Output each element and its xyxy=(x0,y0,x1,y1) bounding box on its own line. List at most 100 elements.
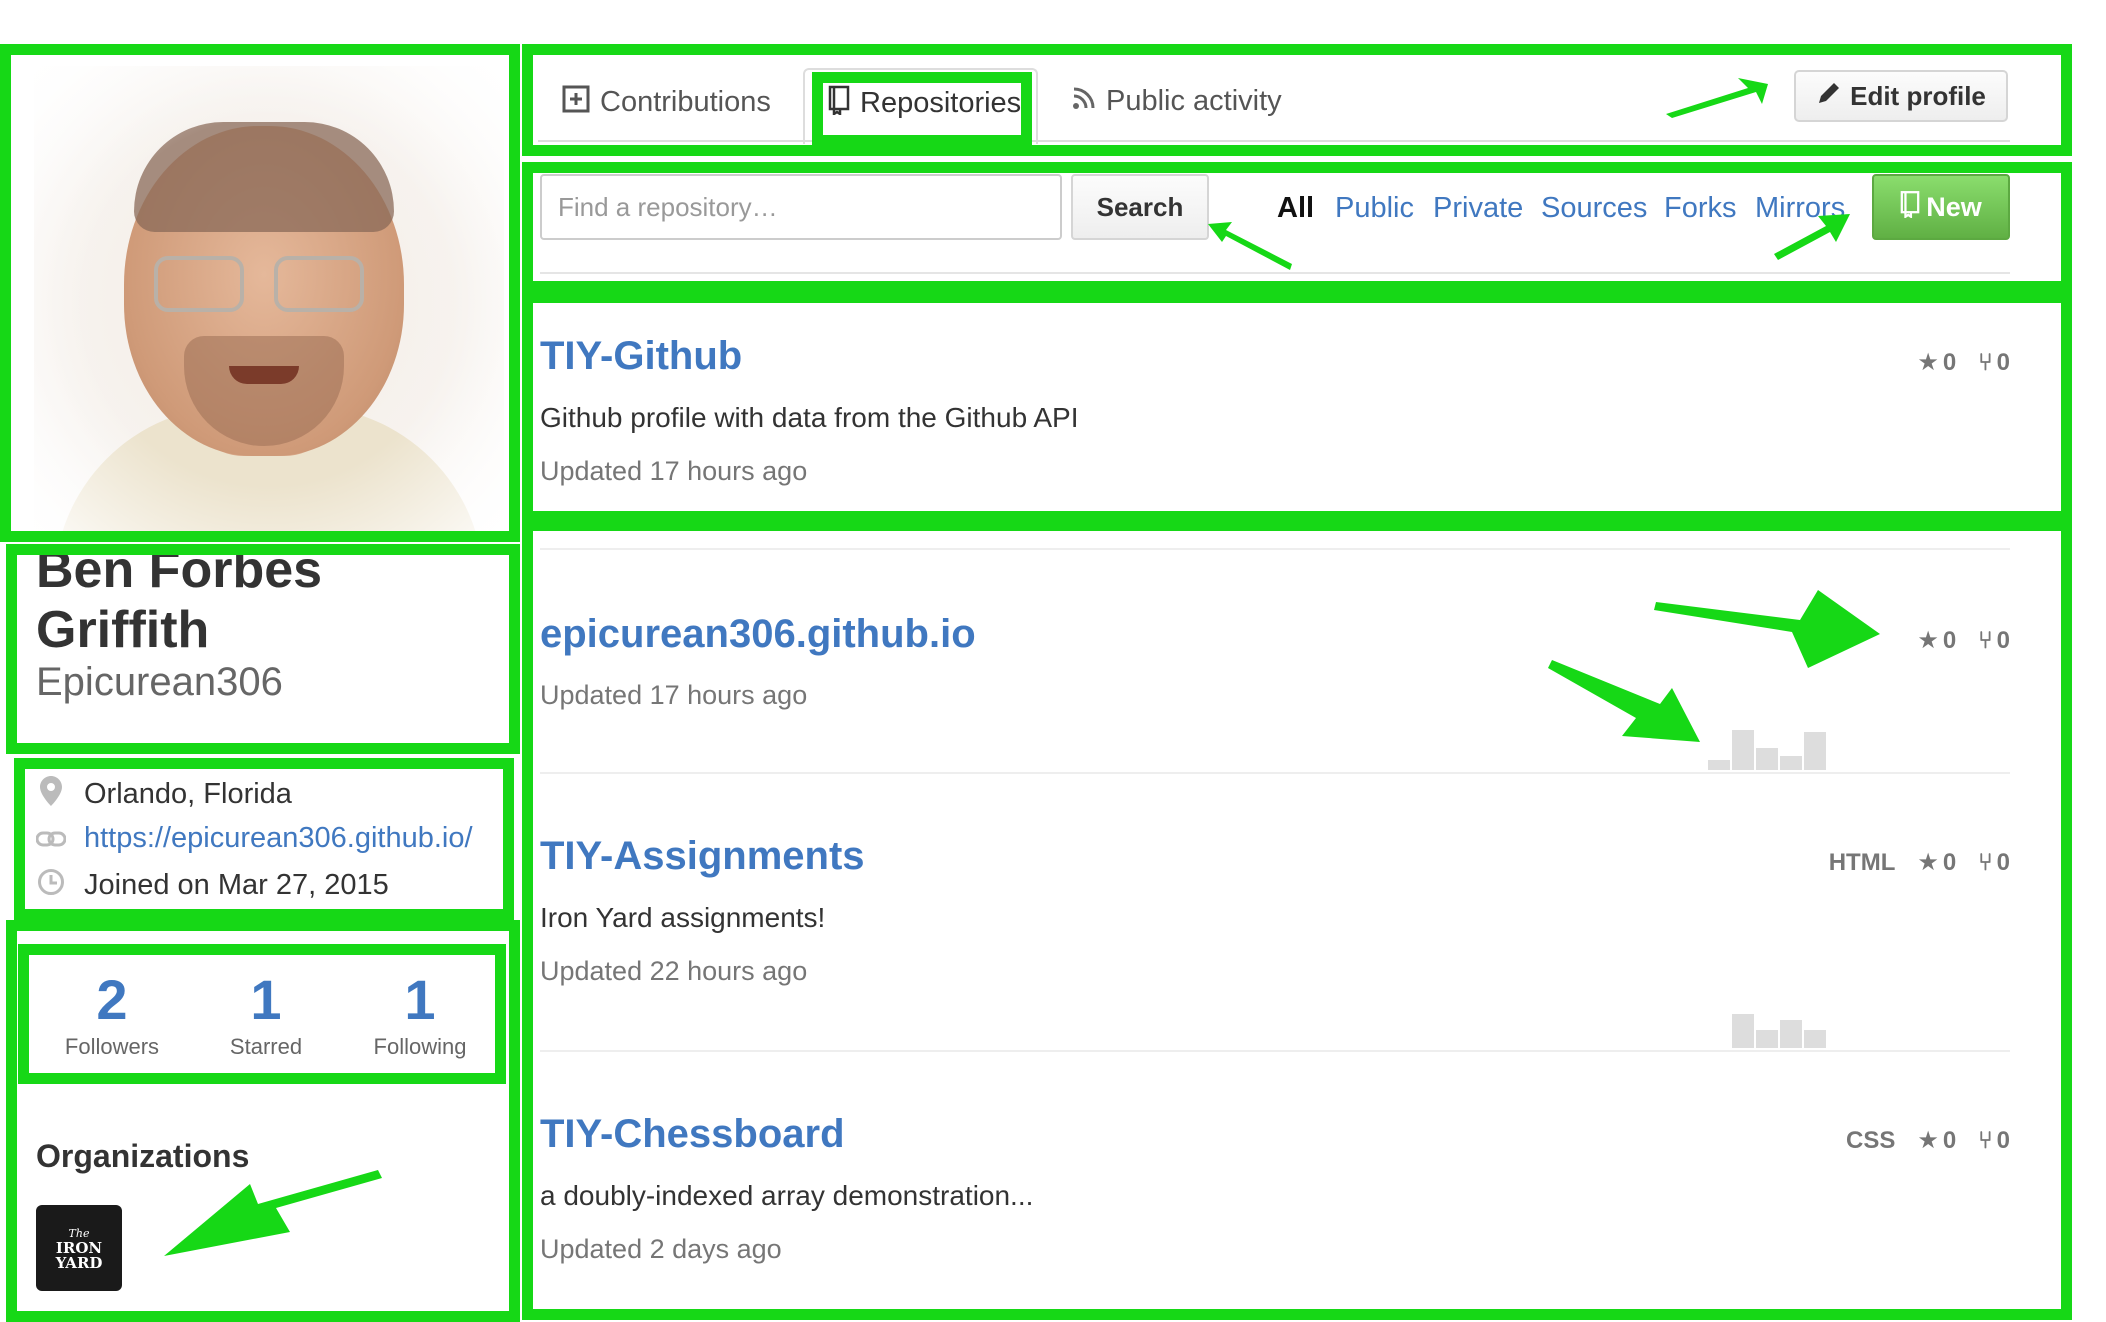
sparkline-bar xyxy=(1804,732,1826,770)
activity-sparkline xyxy=(1708,730,1826,770)
repo-stars[interactable]: ★ 0 xyxy=(1917,848,1956,877)
star-icon: ★ xyxy=(1917,349,1939,376)
star-count: 0 xyxy=(1942,1126,1957,1154)
repo-description: Iron Yard assignments! xyxy=(540,902,826,933)
repo-divider xyxy=(540,1050,2010,1052)
tab-contributions-label: Contributions xyxy=(600,86,771,118)
repo-description: a doubly-indexed array demonstration... xyxy=(540,1180,1034,1211)
profile-website: https://epicurean306.github.io/ xyxy=(34,822,473,855)
followers-stat[interactable]: 2 Followers xyxy=(32,972,192,1060)
repo-forks[interactable]: ⑂ 0 xyxy=(1978,1127,2010,1155)
sparkline-bar xyxy=(1732,730,1754,770)
tab-repositories-label: Repositories xyxy=(860,87,1022,119)
repo-book-icon xyxy=(828,85,850,122)
fork-icon: ⑂ xyxy=(1978,848,1993,876)
repo-stars[interactable]: ★ 0 xyxy=(1917,348,1956,377)
clock-icon xyxy=(34,868,68,903)
find-repository-input[interactable] xyxy=(540,174,1062,240)
repo-stats: ★ 0 ⑂ 0 xyxy=(1917,626,2010,655)
repo-updated: Updated 17 hours ago xyxy=(540,680,808,710)
repo-stats: ★ 0 ⑂ 0 xyxy=(1917,348,2010,377)
fork-count: 0 xyxy=(1996,848,2010,876)
sparkline-bar xyxy=(1732,1014,1754,1048)
arrow-to-search-button xyxy=(1208,222,1292,270)
repo-divider xyxy=(540,772,2010,774)
activity-sparkline xyxy=(1732,1014,1826,1048)
repo-forks[interactable]: ⑂ 0 xyxy=(1978,349,2010,377)
repo-language: HTML xyxy=(1828,848,1896,876)
pencil-icon xyxy=(1816,80,1842,113)
repo-updated: Updated 17 hours ago xyxy=(540,456,808,486)
rss-icon xyxy=(1072,86,1096,117)
org-iron-yard-logo[interactable]: The IRON YARD xyxy=(36,1205,122,1291)
sparkline-bar xyxy=(1804,1030,1826,1048)
arrow-to-edit-profile xyxy=(1666,78,1768,118)
tabs-divider xyxy=(538,140,2010,142)
repo-updated: Updated 22 hours ago xyxy=(540,956,808,986)
arrow-to-repo-stats xyxy=(1654,590,1880,668)
filter-sources[interactable]: Sources xyxy=(1541,192,1647,225)
edit-profile-label: Edit profile xyxy=(1850,80,1986,111)
fork-icon: ⑂ xyxy=(1978,626,1993,654)
tab-public-activity[interactable]: Public activity xyxy=(1072,85,1282,118)
fork-count: 0 xyxy=(1996,626,2010,654)
location-text: Orlando, Florida xyxy=(84,778,292,810)
following-stat[interactable]: 1 Following xyxy=(340,972,500,1060)
star-icon: ★ xyxy=(1917,1127,1939,1154)
profile-username: Epicurean306 xyxy=(36,660,283,704)
followers-count: 2 xyxy=(96,968,128,1031)
search-button[interactable]: Search xyxy=(1071,174,1209,240)
filter-all[interactable]: All xyxy=(1277,192,1314,225)
repo-stars[interactable]: ★ 0 xyxy=(1917,626,1956,655)
repo-name-link[interactable]: TIY-Chessboard xyxy=(540,1112,845,1157)
repo-description: Github profile with data from the Github… xyxy=(540,402,1079,433)
repo-forks[interactable]: ⑂ 0 xyxy=(1978,849,2010,877)
repo-language: CSS xyxy=(1846,1126,1896,1154)
repo-stats: CSS ★ 0 ⑂ 0 xyxy=(1846,1126,2010,1155)
profile-page: Ben Forbes Griffith Epicurean306 Orlando… xyxy=(0,0,2106,1322)
filter-public[interactable]: Public xyxy=(1335,192,1414,225)
sparkline-bar xyxy=(1708,760,1730,770)
avatar[interactable] xyxy=(34,66,504,538)
repo-stars[interactable]: ★ 0 xyxy=(1917,1126,1956,1155)
star-count: 0 xyxy=(1942,848,1957,876)
organizations-title: Organizations xyxy=(36,1138,250,1174)
following-count: 1 xyxy=(404,968,436,1031)
profile-location: Orlando, Florida xyxy=(34,776,292,813)
arrow-to-organization xyxy=(164,1170,382,1256)
repo-forks[interactable]: ⑂ 0 xyxy=(1978,627,2010,655)
arrow-to-sparkline xyxy=(1548,660,1700,742)
avatar-vignette xyxy=(34,66,504,538)
link-icon xyxy=(34,823,68,855)
repo-stats: HTML ★ 0 ⑂ 0 xyxy=(1829,848,2010,877)
tab-contributions[interactable]: Contributions xyxy=(562,85,771,120)
filter-divider xyxy=(540,272,2010,274)
star-icon: ★ xyxy=(1917,627,1939,654)
fork-icon: ⑂ xyxy=(1978,348,1993,376)
star-count: 0 xyxy=(1942,348,1957,376)
filter-private[interactable]: Private xyxy=(1433,192,1523,225)
repo-divider xyxy=(540,548,2010,550)
website-link[interactable]: https://epicurean306.github.io/ xyxy=(84,822,473,855)
new-button-label: New xyxy=(1926,191,1982,222)
star-icon: ★ xyxy=(1917,849,1939,876)
sparkline-bar xyxy=(1780,756,1802,770)
starred-stat[interactable]: 1 Starred xyxy=(186,972,346,1060)
edit-profile-button[interactable]: Edit profile xyxy=(1794,70,2008,122)
filter-forks[interactable]: Forks xyxy=(1664,192,1737,225)
repo-name-link[interactable]: epicurean306.github.io xyxy=(540,612,976,657)
repo-updated: Updated 2 days ago xyxy=(540,1234,782,1264)
sparkline-bar xyxy=(1780,1020,1802,1048)
starred-count: 1 xyxy=(250,968,282,1031)
tab-repositories[interactable]: Repositories xyxy=(828,85,1021,122)
profile-full-name: Ben Forbes Griffith xyxy=(36,541,323,659)
fork-count: 0 xyxy=(1996,348,2010,376)
repo-name-link[interactable]: TIY-Assignments xyxy=(540,834,865,879)
sparkline-bar xyxy=(1756,748,1778,770)
filter-mirrors[interactable]: Mirrors xyxy=(1755,192,1845,225)
following-label: Following xyxy=(373,1034,467,1059)
repo-name-link[interactable]: TIY-Github xyxy=(540,334,742,379)
sparkline-bar xyxy=(1756,1030,1778,1048)
starred-label: Starred xyxy=(229,1034,303,1059)
new-repository-button[interactable]: New xyxy=(1872,174,2010,240)
